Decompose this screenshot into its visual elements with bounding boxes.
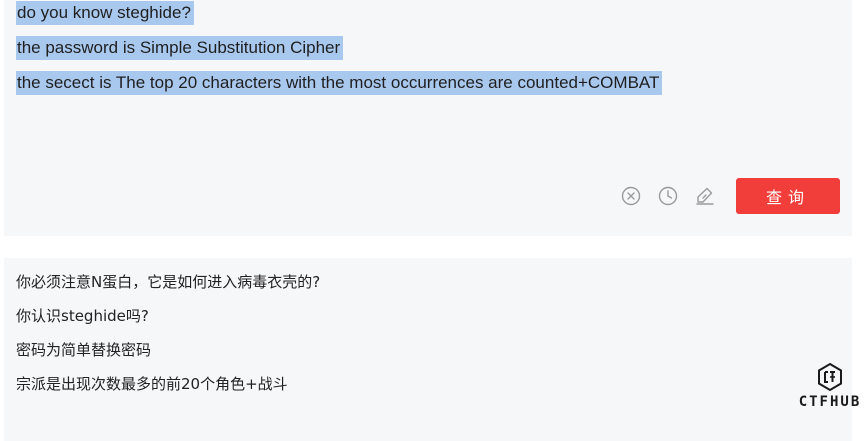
output-panel: 你必须注意N蛋白，它是如何进入病毒衣壳的? 你认识steghide吗? 密码为简… [4, 258, 852, 441]
input-toolbar: 查询 [620, 178, 840, 214]
output-line: 你认识steghide吗? [16, 307, 149, 325]
output-line: 宗派是出现次数最多的前20个角色+战斗 [16, 375, 288, 393]
output-line: 你必须注意N蛋白，它是如何进入病毒衣壳的? [16, 273, 321, 291]
feedback-edit-icon[interactable] [694, 185, 716, 207]
input-text-area[interactable]: do you know steghide? the password is Si… [16, 0, 663, 106]
ctfhub-watermark-logo: CTFHUB [798, 362, 862, 410]
ctfhub-logo-icon [818, 362, 842, 392]
input-line: do you know steghide? [16, 1, 194, 25]
input-panel[interactable]: do you know steghide? the password is Si… [4, 0, 852, 236]
output-line: 密码为简单替换密码 [16, 341, 152, 359]
history-clock-icon[interactable] [657, 185, 679, 207]
ctfhub-logo-text: CTFHUB [798, 394, 862, 410]
query-button[interactable]: 查询 [736, 178, 840, 214]
input-line: the password is Simple Substitution Ciph… [16, 36, 344, 60]
input-line: the secect is The top 20 characters with… [16, 71, 663, 95]
clear-icon[interactable] [620, 185, 642, 207]
output-text: 你必须注意N蛋白，它是如何进入病毒衣壳的? 你认识steghide吗? 密码为简… [16, 273, 320, 409]
